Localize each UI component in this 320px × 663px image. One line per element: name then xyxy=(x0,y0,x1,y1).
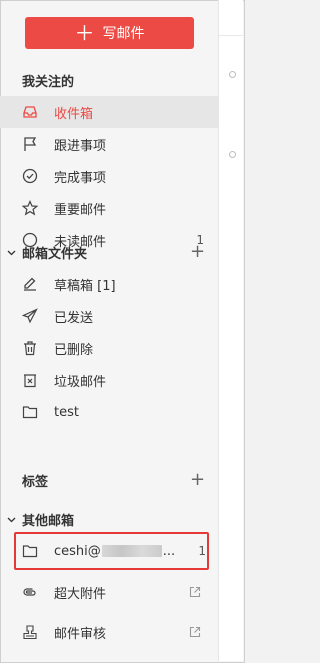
sidebar-item-deleted[interactable]: 已删除 xyxy=(0,332,218,364)
folder-icon xyxy=(22,404,38,420)
attachment-icon xyxy=(22,584,38,600)
inbox-icon xyxy=(22,104,38,120)
sidebar-item-mail-review[interactable]: 邮件审核 xyxy=(0,616,218,648)
sidebar-item-test[interactable]: test xyxy=(0,396,218,428)
sidebar-item-done[interactable]: 完成事项 xyxy=(0,160,218,192)
unread-dot-icon[interactable] xyxy=(229,71,236,78)
sidebar-item-inbox[interactable]: 收件箱 xyxy=(0,96,218,128)
sidebar-item-important[interactable]: 重要邮件 xyxy=(0,192,218,224)
tags-header[interactable]: 标签 + xyxy=(0,469,218,491)
sidebar-item-label: 完成事项 xyxy=(54,170,107,186)
favorites-title: 我关注的 xyxy=(22,75,75,90)
sidebar-item-drafts[interactable]: 草稿箱 [1] xyxy=(0,268,218,300)
add-tag-icon[interactable]: + xyxy=(190,471,205,489)
add-folder-icon[interactable]: + xyxy=(190,243,205,261)
tags-title: 标签 xyxy=(22,474,49,490)
sidebar-item-label: 超大附件 xyxy=(54,586,107,602)
sidebar-item-label: 草稿箱 [1] xyxy=(54,278,116,294)
chevron-down-icon[interactable] xyxy=(7,248,16,257)
check-circle-icon xyxy=(22,168,38,184)
folders-header[interactable]: 邮箱文件夹 + xyxy=(0,241,218,263)
sidebar-item-large-attachment[interactable]: 超大附件 xyxy=(0,576,218,608)
sidebar-item-label: 垃圾邮件 xyxy=(54,374,107,390)
other-mailboxes-header[interactable]: 其他邮箱 xyxy=(0,508,218,530)
sidebar-item-label: 重要邮件 xyxy=(54,202,107,218)
trash-icon xyxy=(22,340,38,356)
sidebar-item-label: 已删除 xyxy=(54,342,94,358)
external-link-icon[interactable] xyxy=(189,586,201,598)
sidebar-item-spam[interactable]: 垃圾邮件 xyxy=(0,364,218,396)
compose-button[interactable]: ＋ 写邮件 xyxy=(25,17,194,49)
external-link-icon[interactable] xyxy=(189,626,201,638)
star-icon xyxy=(22,200,38,216)
spam-icon xyxy=(22,372,38,388)
send-icon xyxy=(22,308,38,324)
other-mailboxes-title: 其他邮箱 xyxy=(22,513,75,529)
folders-title: 邮箱文件夹 xyxy=(22,246,88,262)
sidebar-item-label: 收件箱 xyxy=(54,106,94,122)
highlight-box xyxy=(14,532,209,570)
chevron-down-icon[interactable] xyxy=(7,515,16,524)
list-header-line xyxy=(219,35,243,36)
compose-label: 写邮件 xyxy=(102,26,145,42)
sidebar-item-label: 邮件审核 xyxy=(54,626,107,642)
unread-dot-icon[interactable] xyxy=(229,151,236,158)
draft-icon xyxy=(22,276,38,292)
sidebar-item-label: 跟进事项 xyxy=(54,138,107,154)
sidebar-item-label: test xyxy=(54,404,79,420)
sidebar-item-followup[interactable]: 跟进事项 xyxy=(0,128,218,160)
mail-list-edge xyxy=(219,0,243,661)
flag-icon xyxy=(22,136,38,152)
plus-icon: ＋ xyxy=(74,21,95,45)
sidebar-item-label: 已发送 xyxy=(54,310,94,326)
sidebar-item-sent[interactable]: 已发送 xyxy=(0,300,218,332)
review-icon xyxy=(22,624,38,640)
